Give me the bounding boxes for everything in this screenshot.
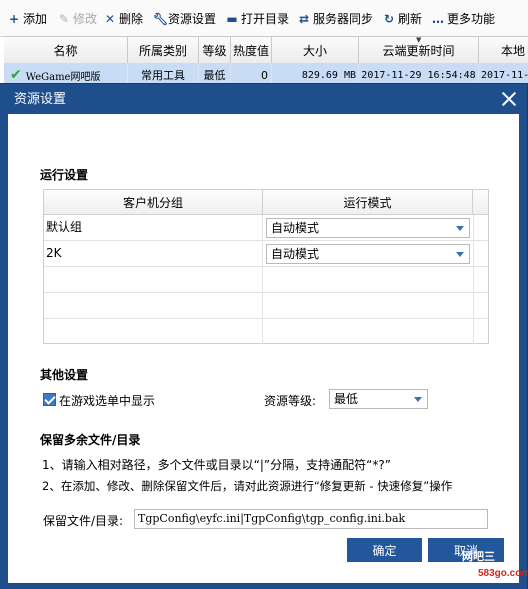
column-header-spacer — [473, 190, 488, 214]
edit-label: 修改 — [73, 12, 98, 26]
keep-files-field-label: 保留文件/目录: — [43, 514, 124, 528]
table-row[interactable]: 默认组 自动模式 — [44, 215, 488, 241]
show-in-menu-label[interactable]: 在游戏选单中显示 — [59, 392, 155, 409]
plus-icon: + — [8, 12, 20, 26]
grid-header: 名称 所属类别 等级 热度值 大小 云端更新时间 本地 ▼ — [4, 36, 528, 64]
empty-cell — [44, 267, 263, 292]
watermark-site: 583go.com — [478, 568, 528, 579]
dropdown-arrow-icon — [414, 397, 422, 402]
more-functions-button[interactable]: … 更多功能 — [432, 11, 495, 27]
empty-cell — [44, 319, 263, 344]
column-header-heat[interactable]: 热度值 — [231, 37, 272, 63]
column-header-name[interactable]: 名称 — [4, 37, 128, 63]
open-directory-button[interactable]: ▬ 打开目录 — [226, 11, 289, 27]
resource-settings-label: 资源设置 — [168, 12, 217, 26]
resource-settings-dialog: 资源设置 运行设置 客户机分组 运行模式 默认组 自动模式 2K 自动模式 其他… — [0, 84, 527, 589]
empty-table-row — [44, 293, 488, 319]
keep-files-note-1: 1、请输入相对路径，多个文件或目录以“|”分隔，支持通配符“*?” — [42, 458, 391, 472]
run-settings-header: 客户机分组 运行模式 — [44, 190, 488, 215]
dialog-body: 运行设置 客户机分组 运行模式 默认组 自动模式 2K 自动模式 其他设置 在游… — [8, 114, 519, 583]
empty-table-row — [44, 267, 488, 293]
empty-cell — [44, 293, 263, 318]
server-sync-button[interactable]: ⇄ 服务器同步 — [298, 11, 373, 27]
column-header-size[interactable]: 大小 — [272, 37, 359, 63]
checkmark-icon: ✔ — [10, 67, 22, 83]
folder-icon: ▬ — [226, 12, 238, 26]
dialog-close-icon[interactable] — [498, 88, 520, 110]
delete-label: 删除 — [119, 12, 144, 26]
open-directory-label: 打开目录 — [241, 12, 290, 26]
row-name: WeGame网吧版 — [25, 71, 101, 83]
main-toolbar: + 添加 ✎ 修改 ✕ 删除 🔧︎资源设置 ▬ 打开目录 ⇄ 服务器同步 ↻ 刷新 … 更多功… — [0, 0, 528, 37]
add-button[interactable]: + 添加 — [8, 11, 47, 27]
run-mode-value: 自动模式 — [271, 247, 320, 261]
watermark-logo: 网吧三 — [462, 551, 495, 563]
resource-level-select[interactable]: 最低 — [329, 389, 428, 409]
keep-files-note-2: 2、在添加、修改、删除保留文件后，请对此资源进行“修复更新 - 快速修复”操作 — [42, 479, 453, 493]
column-header-client-group[interactable]: 客户机分组 — [44, 190, 263, 214]
close-icon: ✕ — [104, 12, 116, 26]
sort-descending-icon: ▼ — [416, 36, 422, 44]
resource-level-value: 最低 — [334, 392, 359, 406]
add-label: 添加 — [23, 12, 48, 26]
table-row[interactable]: 2K 自动模式 — [44, 241, 488, 267]
wrench-icon: 🔧︎ — [153, 12, 169, 26]
empty-cell — [473, 319, 488, 344]
dialog-title: 资源设置 — [14, 92, 67, 107]
keep-files-heading: 保留多余文件/目录 — [40, 433, 141, 447]
column-header-run-mode[interactable]: 运行模式 — [263, 190, 473, 214]
pencil-icon: ✎ — [58, 12, 70, 26]
run-mode-value: 自动模式 — [271, 221, 320, 235]
server-sync-label: 服务器同步 — [313, 12, 374, 26]
dropdown-arrow-icon — [456, 226, 464, 231]
empty-cell — [473, 293, 488, 318]
refresh-icon: ↻ — [383, 12, 395, 26]
run-settings-table: 客户机分组 运行模式 默认组 自动模式 2K 自动模式 — [43, 189, 489, 344]
more-icon: … — [432, 12, 444, 26]
column-header-category[interactable]: 所属类别 — [128, 37, 199, 63]
run-mode-select[interactable]: 自动模式 — [266, 218, 470, 238]
run-settings-heading: 运行设置 — [40, 168, 89, 182]
ok-button[interactable]: 确定 — [347, 538, 422, 562]
delete-button[interactable]: ✕ 删除 — [104, 11, 143, 27]
empty-cell — [473, 267, 488, 292]
refresh-label: 刷新 — [398, 12, 423, 26]
more-functions-label: 更多功能 — [447, 12, 496, 26]
column-header-local[interactable]: 本地 — [479, 37, 528, 63]
run-mode-select[interactable]: 自动模式 — [266, 244, 470, 264]
refresh-button[interactable]: ↻ 刷新 — [383, 11, 422, 27]
resource-grid: 名称 所属类别 等级 热度值 大小 云端更新时间 本地 ▼ ✔ WeGame网吧版… — [4, 36, 528, 88]
edit-button[interactable]: ✎ 修改 — [58, 11, 97, 27]
keep-files-input[interactable]: TgpConfig\eyfc.ini|TgpConfig\tgp_config.… — [134, 509, 488, 529]
resource-level-label: 资源等级: — [264, 394, 317, 408]
empty-table-row — [44, 319, 488, 345]
empty-cell — [473, 215, 488, 240]
column-header-level[interactable]: 等级 — [199, 37, 231, 63]
resource-settings-button[interactable]: 🔧︎资源设置 — [153, 11, 216, 27]
dropdown-arrow-icon — [456, 252, 464, 257]
client-group-cell: 2K — [44, 241, 263, 266]
other-settings-heading: 其他设置 — [40, 368, 89, 382]
empty-cell — [473, 241, 488, 266]
show-in-menu-checkbox[interactable] — [43, 393, 56, 406]
client-group-cell: 默认组 — [44, 215, 263, 240]
sync-icon: ⇄ — [298, 12, 310, 26]
